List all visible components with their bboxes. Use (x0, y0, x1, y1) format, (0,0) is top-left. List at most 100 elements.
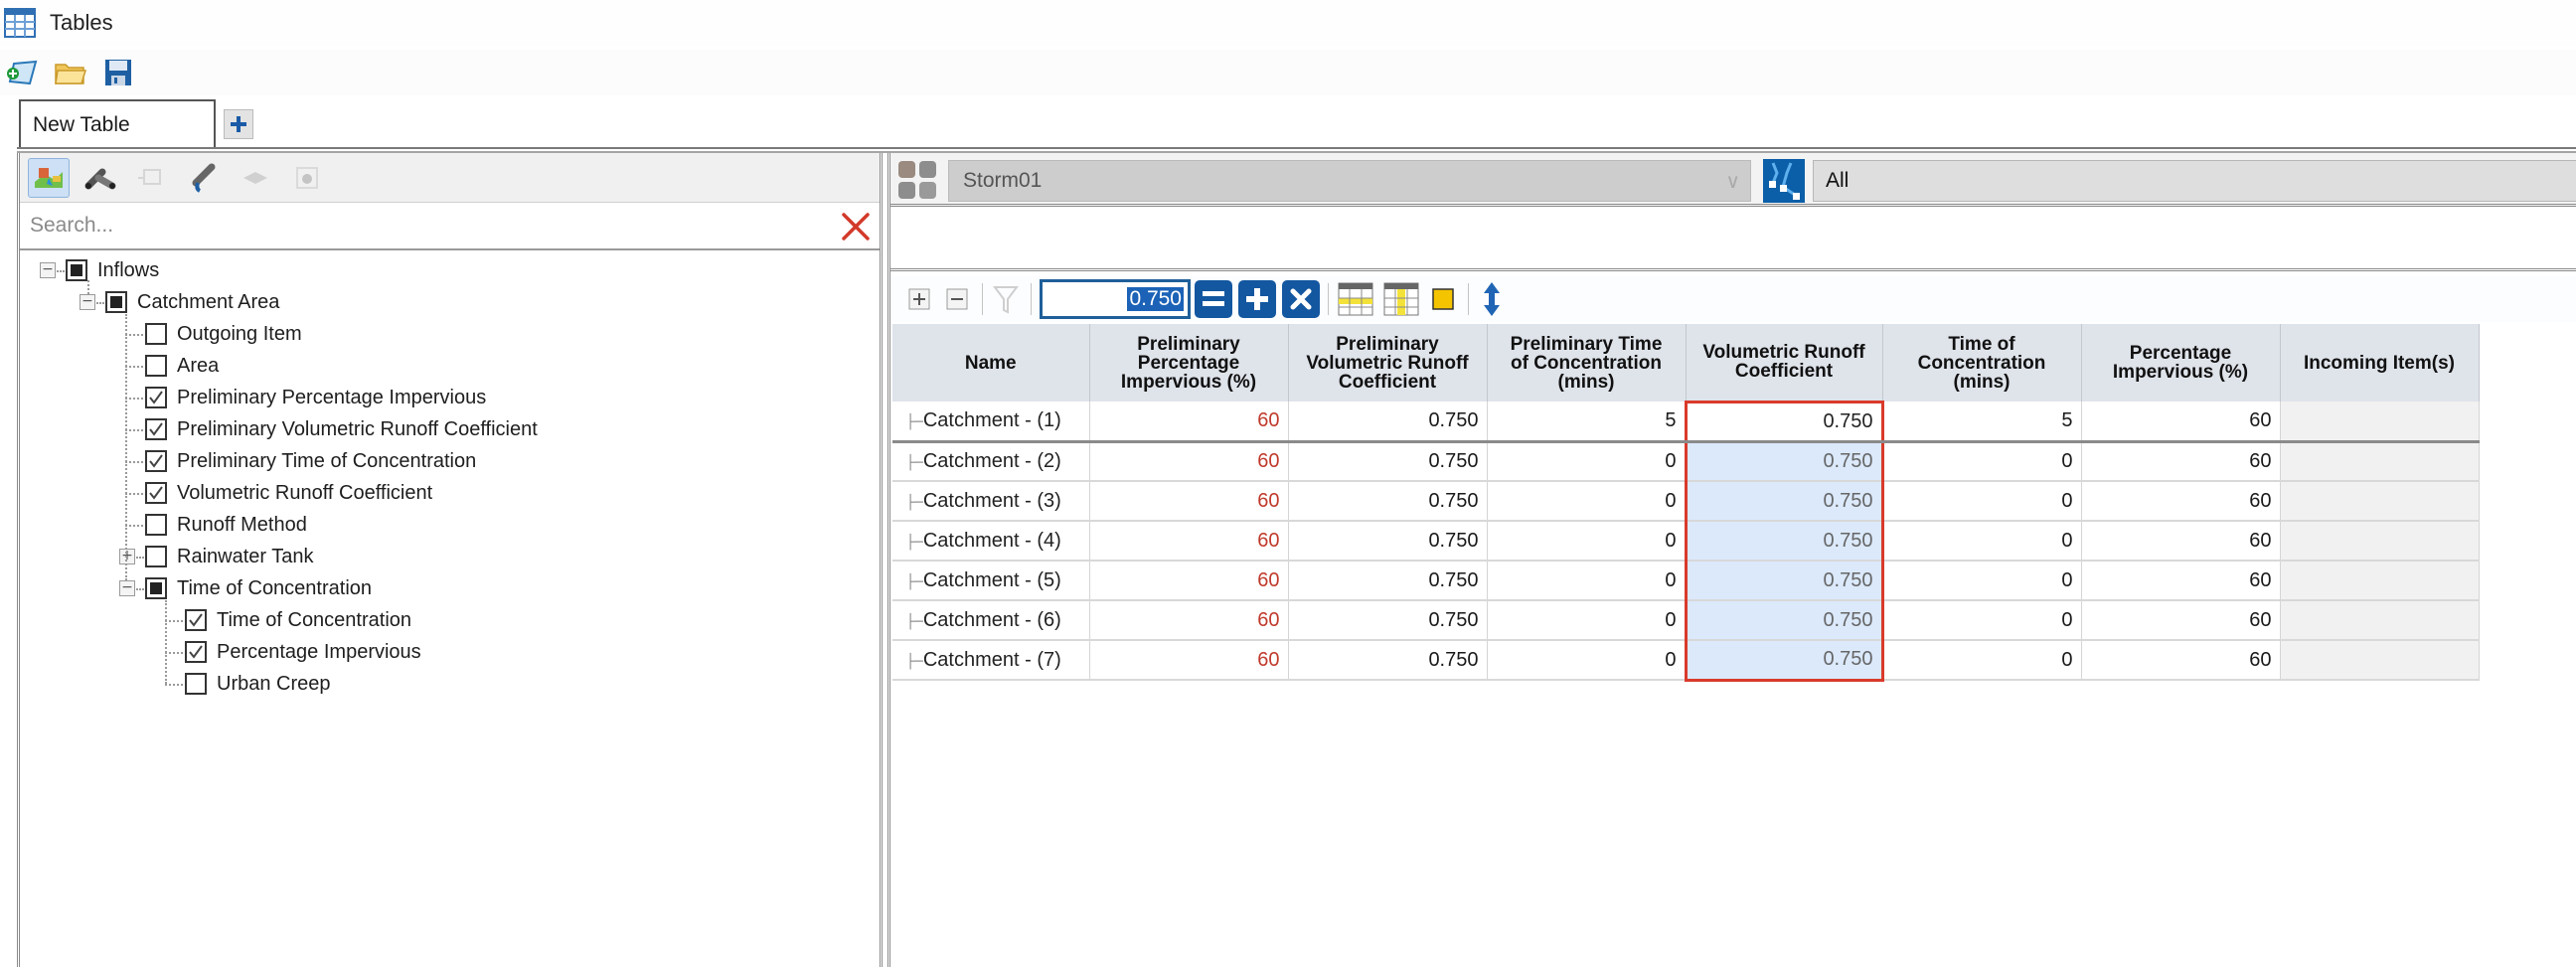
collapse-all-button[interactable] (942, 284, 972, 314)
value-input[interactable]: 0.750 (1040, 279, 1191, 319)
collapse-node-icon[interactable]: − (40, 262, 56, 278)
save-button[interactable] (101, 56, 135, 89)
cell-prelim-time-conc[interactable]: 0 (1487, 600, 1687, 641)
filter-dropdown[interactable]: All (1813, 160, 2576, 202)
cell-prelim-time-conc[interactable]: 5 (1487, 402, 1687, 443)
cell-pct-impervious[interactable]: 60 (2081, 640, 2281, 681)
tree-item[interactable]: Area (20, 350, 880, 382)
column-header-incoming-items[interactable]: Incoming Item(s) (2280, 324, 2480, 402)
cell-runoff-coeff[interactable]: 0.750 (1684, 640, 1884, 682)
cell-name[interactable]: Catchment - (1) (892, 402, 1090, 443)
add-tab-button[interactable] (224, 109, 253, 139)
open-button[interactable] (54, 56, 87, 89)
pipe-type-button[interactable] (80, 158, 121, 198)
tree-item[interactable]: Preliminary Time of Concentration (20, 445, 880, 477)
highlight-rows-button[interactable] (1337, 282, 1374, 316)
tree-item[interactable]: + Rainwater Tank (20, 541, 880, 572)
tree-item[interactable]: − Time of Concentration (20, 572, 880, 604)
tree-checkbox[interactable] (145, 546, 167, 567)
tree-checkbox[interactable] (145, 514, 167, 536)
cell-pct-impervious[interactable]: 60 (2081, 481, 2281, 522)
filter-button[interactable] (991, 284, 1021, 314)
cell-time-conc[interactable]: 0 (1882, 441, 2082, 482)
cell-name[interactable]: Catchment - (2) (892, 441, 1090, 482)
cell-prelim-time-conc[interactable]: 0 (1487, 481, 1687, 522)
cell-prelim-time-conc[interactable]: 0 (1487, 640, 1687, 681)
highlight-cell-button[interactable] (1428, 284, 1458, 314)
column-header-prelim-runoff-coeff[interactable]: Preliminary Volumetric Runoff Coefficient (1288, 324, 1488, 402)
node-type-button[interactable] (131, 158, 173, 198)
tree-checkbox[interactable] (145, 482, 167, 504)
cell-pct-impervious[interactable]: 60 (2081, 441, 2281, 482)
tree-checkbox[interactable] (66, 259, 87, 281)
cell-prelim-time-conc[interactable]: 0 (1487, 521, 1687, 562)
surface-type-button[interactable] (235, 158, 276, 198)
tree-item[interactable]: Urban Creep (20, 668, 880, 700)
tree-checkbox[interactable] (185, 609, 207, 631)
cell-time-conc[interactable]: 0 (1882, 481, 2082, 522)
cell-prelim-time-conc[interactable]: 0 (1487, 441, 1687, 482)
column-header-name[interactable]: Name (892, 324, 1090, 402)
cell-prelim-runoff-coeff[interactable]: 0.750 (1288, 600, 1488, 641)
cell-time-conc[interactable]: 0 (1882, 561, 2082, 601)
tree-checkbox[interactable] (145, 577, 167, 599)
new-table-button[interactable] (6, 56, 40, 89)
cell-prelim-pct-impervious[interactable]: 60 (1089, 640, 1289, 681)
tree-checkbox[interactable] (145, 450, 167, 472)
tree-checkbox[interactable] (145, 355, 167, 377)
cell-time-conc[interactable]: 0 (1882, 521, 2082, 562)
column-header-prelim-pct-impervious[interactable]: Preliminary Percentage Impervious (%) (1089, 324, 1289, 402)
clear-search-icon[interactable] (840, 211, 872, 242)
cell-incoming-items[interactable] (2280, 600, 2480, 641)
set-value-button[interactable] (1195, 280, 1232, 318)
tree-checkbox[interactable] (145, 418, 167, 440)
highlight-columns-button[interactable] (1382, 282, 1420, 316)
cell-prelim-time-conc[interactable]: 0 (1487, 561, 1687, 601)
cell-runoff-coeff[interactable]: 0.750 (1684, 441, 1884, 482)
cell-runoff-coeff[interactable]: 0.750 (1684, 561, 1884, 601)
cell-prelim-runoff-coeff[interactable]: 0.750 (1288, 521, 1488, 562)
cell-name[interactable]: Catchment - (5) (892, 561, 1090, 601)
tree-item[interactable]: − Inflows (20, 254, 880, 286)
cell-prelim-runoff-coeff[interactable]: 0.750 (1288, 481, 1488, 522)
cell-prelim-runoff-coeff[interactable]: 0.750 (1288, 441, 1488, 482)
tree-item[interactable]: Time of Concentration (20, 604, 880, 636)
cell-prelim-runoff-coeff[interactable]: 0.750 (1288, 402, 1488, 443)
sort-button[interactable] (1477, 282, 1507, 316)
expand-all-button[interactable] (904, 284, 934, 314)
tree-checkbox[interactable] (185, 641, 207, 663)
cell-prelim-runoff-coeff[interactable]: 0.750 (1288, 561, 1488, 601)
tree-item[interactable]: − Catchment Area (20, 286, 880, 318)
cell-name[interactable]: Catchment - (4) (892, 521, 1090, 562)
cell-prelim-pct-impervious[interactable]: 60 (1089, 521, 1289, 562)
cell-pct-impervious[interactable]: 60 (2081, 561, 2281, 601)
cell-prelim-pct-impervious[interactable]: 60 (1089, 402, 1289, 443)
tree-item[interactable]: Percentage Impervious (20, 636, 880, 668)
expand-node-icon[interactable]: + (119, 549, 135, 564)
collapse-node-icon[interactable]: − (80, 294, 95, 310)
cell-incoming-items[interactable] (2280, 521, 2480, 562)
cell-prelim-runoff-coeff[interactable]: 0.750 (1288, 640, 1488, 681)
column-header-prelim-time-conc[interactable]: Preliminary Time of Concentration (mins) (1487, 324, 1687, 402)
tree-item[interactable]: Volumetric Runoff Coefficient (20, 477, 880, 509)
add-value-button[interactable] (1238, 280, 1276, 318)
cell-incoming-items[interactable] (2280, 561, 2480, 601)
tree-checkbox[interactable] (185, 673, 207, 695)
catchment-type-button[interactable] (28, 157, 70, 198)
cell-pct-impervious[interactable]: 60 (2081, 600, 2281, 641)
cell-runoff-coeff[interactable]: 0.750 (1684, 521, 1884, 562)
tree-checkbox[interactable] (145, 323, 167, 345)
cell-time-conc[interactable]: 0 (1882, 600, 2082, 641)
cell-runoff-coeff[interactable]: 0.750 (1684, 481, 1884, 522)
cell-prelim-pct-impervious[interactable]: 60 (1089, 600, 1289, 641)
cell-pct-impervious[interactable]: 60 (2081, 402, 2281, 443)
cell-runoff-coeff[interactable]: 0.750 (1684, 600, 1884, 641)
cell-incoming-items[interactable] (2280, 481, 2480, 522)
multiply-value-button[interactable] (1282, 280, 1320, 318)
cell-time-conc[interactable]: 5 (1882, 402, 2082, 443)
cell-prelim-pct-impervious[interactable]: 60 (1089, 561, 1289, 601)
expression-box[interactable] (890, 210, 2576, 271)
cell-name[interactable]: Catchment - (6) (892, 600, 1090, 641)
scenario-dropdown[interactable]: Storm01 ∨ (948, 160, 1751, 202)
cell-incoming-items[interactable] (2280, 640, 2480, 681)
